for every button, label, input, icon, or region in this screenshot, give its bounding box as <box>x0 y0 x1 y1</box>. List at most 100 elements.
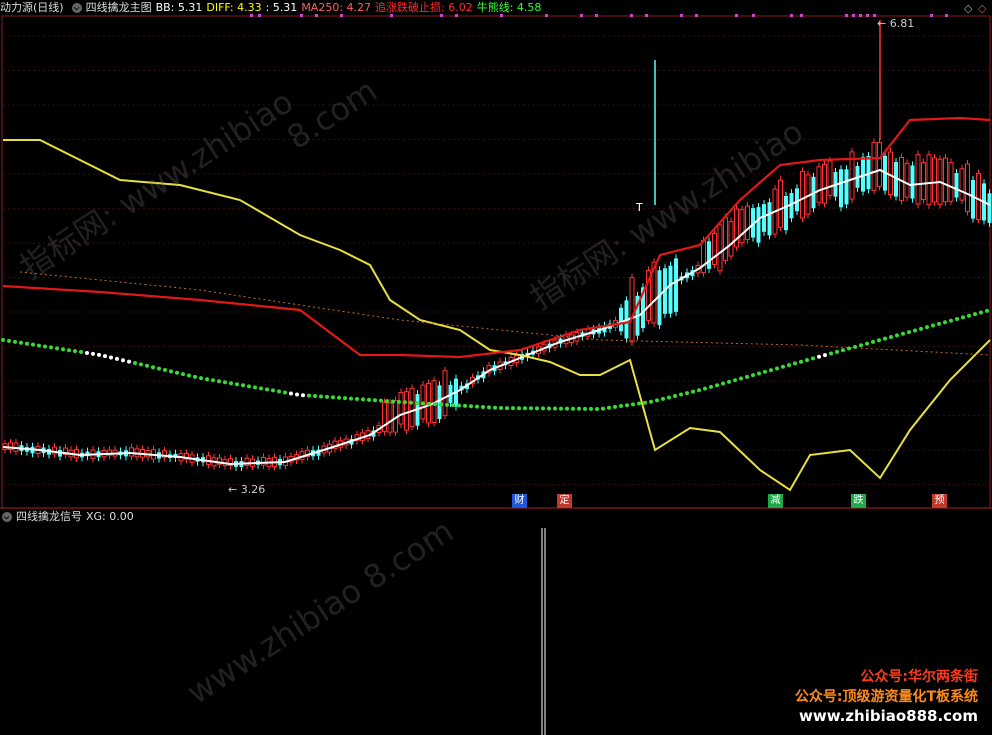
bull-bear-dot <box>421 401 425 406</box>
bull-bear-dot <box>727 379 731 384</box>
promo-line-3: www.zhibiao888.com <box>798 707 978 725</box>
bull-bear-dot <box>919 326 923 331</box>
bull-bear-dot <box>319 394 323 399</box>
bull-bear-dot <box>817 354 821 359</box>
candle-body <box>926 154 932 206</box>
candle-body <box>404 391 409 431</box>
bull-bear-dot <box>379 398 383 403</box>
bull-bear-dot <box>643 400 647 405</box>
bull-bear-dot <box>79 350 83 355</box>
candle-body <box>899 156 904 201</box>
bull-bear-dot <box>19 340 23 345</box>
signal-marker <box>595 14 598 17</box>
bull-bear-dot <box>865 341 869 346</box>
sub-panel-header: 四线擒龙信号 XG: 0.00 <box>0 509 138 525</box>
low-price-label: ← 3.26 <box>228 483 265 496</box>
candle-body <box>971 179 975 219</box>
candle-body <box>701 240 706 274</box>
candle-body <box>877 141 882 187</box>
bull-bear-dot <box>697 388 701 393</box>
expand-icon[interactable]: ◇ <box>964 2 972 15</box>
bull-bear-dot <box>751 373 755 378</box>
bull-bear-dot <box>715 383 719 388</box>
bull-bear-dot <box>763 369 767 374</box>
candle-body <box>261 456 266 466</box>
bull-bear-dot <box>205 377 209 382</box>
stock-title[interactable]: 动力源(日线) <box>0 0 64 16</box>
bull-bear-dot <box>325 394 329 399</box>
candle-body <box>717 224 723 272</box>
bull-bear-dot <box>367 397 371 402</box>
event-marker-forecast[interactable]: 预 <box>932 494 947 508</box>
main-panel-frame <box>1 15 991 509</box>
bull-bear-dot <box>397 399 401 404</box>
signal-marker <box>859 14 862 17</box>
bull-bear-dot <box>37 343 41 348</box>
bull-bear-dot <box>565 406 569 411</box>
bull-bear-dot <box>49 345 53 350</box>
bull-bear-dot <box>31 342 35 347</box>
bull-bear-dot <box>547 406 551 411</box>
candle-body <box>668 265 673 314</box>
signal-marker <box>752 14 755 17</box>
bull-bear-dot <box>691 389 695 394</box>
bull-bear-dot <box>733 378 737 383</box>
bull-bear-dot <box>637 401 641 406</box>
promo-line-2: 公众号:顶级游资量化T板系统 <box>794 689 978 705</box>
bull-bear-dot <box>769 368 773 373</box>
bull-bear-dot <box>793 361 797 366</box>
bull-bear-dot <box>253 385 257 390</box>
event-marker-fixed[interactable]: 定 <box>557 494 572 508</box>
signal-marker <box>545 14 548 17</box>
indicator-name[interactable]: 四线擒龙主图 <box>86 0 152 16</box>
candle-body <box>712 233 717 265</box>
event-marker-finance[interactable]: 财 <box>512 494 527 508</box>
bull-bear-dot <box>241 383 245 388</box>
signal-marker <box>580 14 583 17</box>
bull-bear-dot <box>175 370 179 375</box>
bull-bear-dot <box>649 399 653 404</box>
bull-bear-dot <box>493 405 497 410</box>
price-chart[interactable]: ← 6.81 ← 3.26 T <box>0 0 992 735</box>
bull-bear-dot <box>295 392 299 397</box>
bull-bear-dot <box>439 402 443 407</box>
main-panel-header: 动力源(日线) 四线擒龙主图 BB: 5.31 DIFF: 4.33 : 5.3… <box>0 0 545 16</box>
bull-bear-dot <box>967 313 971 318</box>
value-unnamed: : 5.31 <box>265 1 298 14</box>
indicator-toggle-icon[interactable] <box>71 3 82 13</box>
signal-marker <box>800 14 803 17</box>
bull-bear-dot <box>847 346 851 351</box>
sub-indicator-toggle-icon[interactable] <box>2 512 12 522</box>
bull-bear-dot <box>973 312 977 317</box>
candle-body <box>387 402 393 433</box>
bull-bear-dot <box>337 395 341 400</box>
event-marker-reduce[interactable]: 减 <box>768 494 783 508</box>
bull-bear-dot <box>541 406 545 411</box>
bull-bear-dot <box>13 339 17 344</box>
bull-bear-dot <box>7 338 11 343</box>
collapse-icon[interactable]: ◇ <box>978 2 986 15</box>
bull-bear-dot <box>163 367 167 372</box>
bull-bear-dot <box>961 315 965 320</box>
bull-bear-dot <box>871 339 875 344</box>
candle-body <box>948 161 954 202</box>
bull-bear-dot <box>661 396 665 401</box>
bull-bear-dot <box>1 338 5 342</box>
bull-bear-dot <box>133 361 137 366</box>
bull-bear-dot <box>949 318 953 323</box>
price-line-white <box>2 168 991 466</box>
candle-body <box>959 168 965 201</box>
sub-indicator-name[interactable]: 四线擒龙信号 <box>16 509 82 525</box>
bull-bear-dot <box>841 348 845 353</box>
candle-body <box>728 220 734 257</box>
bull-bear-dot <box>955 317 959 321</box>
signal-marker <box>945 14 948 17</box>
bull-bear-dot <box>937 321 941 326</box>
candle-body <box>437 385 442 420</box>
event-marker-drop[interactable]: 跌 <box>851 494 866 508</box>
candle-body <box>844 169 849 205</box>
value-ma250: MA250: 4.27 <box>301 1 372 14</box>
bull-bear-dot <box>211 378 215 383</box>
signal-marker <box>790 14 793 17</box>
bull-bear-dot <box>631 402 635 407</box>
